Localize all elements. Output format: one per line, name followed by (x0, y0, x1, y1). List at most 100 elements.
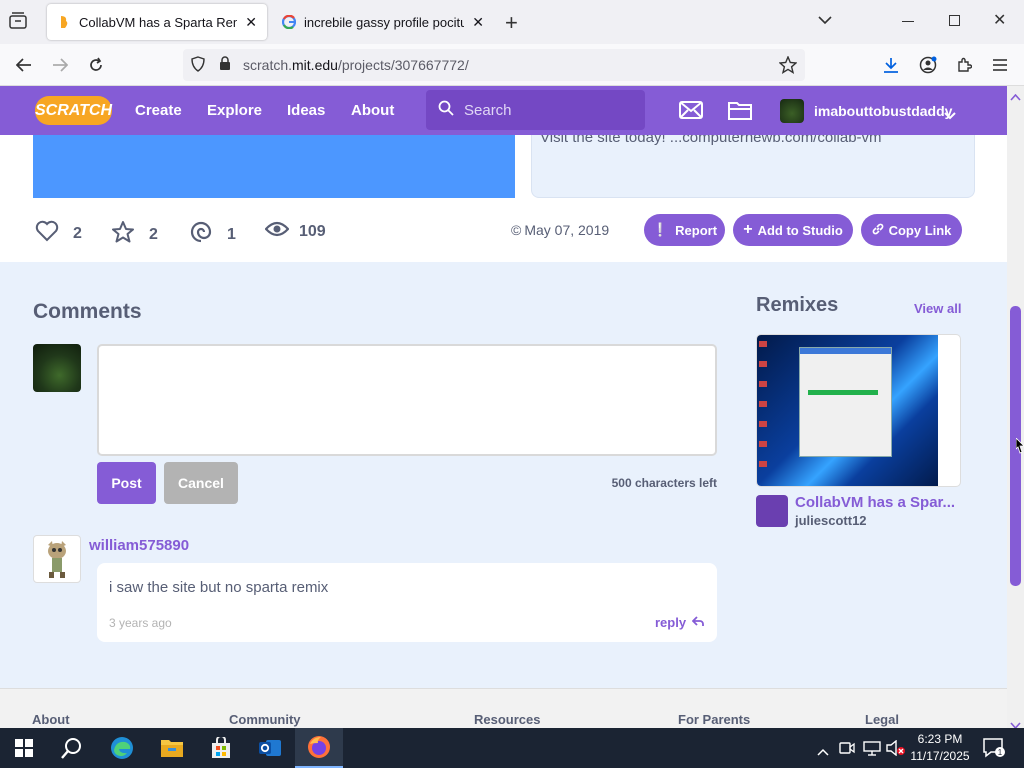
tab-google-search[interactable]: increbile gassy profile pociture ✕ (272, 4, 494, 40)
username[interactable]: imabouttobustdaddy (814, 86, 952, 135)
remix-count-value: 1 (227, 225, 236, 243)
svg-text:1: 1 (998, 748, 1003, 757)
commenter-avatar[interactable] (33, 535, 81, 583)
remix-author[interactable]: juliescott12 (795, 513, 867, 528)
cat-sprite-icon (48, 541, 66, 578)
microsoft-store-icon[interactable] (197, 728, 245, 768)
bookmark-star-icon[interactable] (778, 55, 798, 77)
nav-ideas[interactable]: Ideas (287, 86, 325, 135)
browser-tab-bar: CollabVM has a Sparta Remix (V ✕ increbi… (0, 0, 1024, 44)
url-bar[interactable]: scratch.mit.edu/projects/307667772/ (183, 49, 805, 81)
page-content: Visit the site today! ...computernewb.co… (0, 135, 1007, 728)
search-icon[interactable] (48, 728, 96, 768)
notifications-icon[interactable]: 1 (983, 738, 1005, 763)
search-icon (438, 100, 454, 120)
nav-create[interactable]: Create (135, 86, 182, 135)
logo-text: SCRATCH (34, 101, 113, 119)
network-icon[interactable] (863, 740, 881, 761)
firefox-taskbar-icon[interactable] (295, 728, 343, 768)
remix-author-avatar[interactable] (756, 495, 788, 527)
copy-link-label: Copy Link (888, 222, 952, 238)
project-info-band: Visit the site today! ...computernewb.co… (0, 135, 1007, 262)
clock-date: 11/17/2025 (910, 749, 970, 763)
close-tab-icon[interactable]: ✕ (245, 14, 257, 31)
thumbnail-desktop (757, 335, 938, 486)
love-count[interactable]: 2 (35, 220, 82, 247)
tab-title: CollabVM has a Sparta Remix (V (79, 14, 237, 30)
notes-text: Visit the site today! ...computernewb.co… (540, 135, 882, 146)
commenter-username[interactable]: william575890 (89, 537, 189, 554)
extensions-icon[interactable] (951, 52, 977, 78)
list-all-tabs-icon[interactable] (818, 12, 832, 30)
new-tab-icon[interactable]: + (505, 10, 518, 36)
reload-icon[interactable] (83, 52, 109, 78)
chevron-down-icon[interactable] (944, 107, 956, 125)
page-scrollbar[interactable] (1007, 86, 1024, 730)
messages-icon[interactable] (679, 101, 703, 124)
nav-about[interactable]: About (351, 86, 394, 135)
copy-link-button[interactable]: Copy Link (861, 214, 962, 246)
tracking-protection-icon[interactable] (191, 55, 207, 75)
user-avatar[interactable] (780, 99, 804, 123)
my-stuff-folder-icon[interactable] (728, 100, 752, 125)
love-count-value: 2 (73, 224, 82, 242)
my-comment-avatar (33, 344, 81, 392)
footer-about[interactable]: About (32, 712, 70, 727)
reply-arrow-icon (691, 615, 704, 630)
outlook-icon[interactable] (246, 728, 294, 768)
reply-button[interactable]: reply (655, 615, 704, 630)
show-hidden-icons-chevron-icon[interactable] (817, 743, 829, 761)
clock[interactable]: 6:23 PM 11/17/2025 (908, 731, 972, 765)
lock-icon[interactable] (219, 56, 233, 74)
comments-title: Comments (33, 300, 142, 323)
remix-thumbnail[interactable] (756, 334, 961, 487)
url-domain: mit.edu (292, 57, 338, 73)
nav-explore[interactable]: Explore (207, 86, 262, 135)
scratch-logo[interactable]: SCRATCH (35, 96, 112, 125)
back-icon[interactable] (11, 52, 37, 78)
forward-icon[interactable] (47, 52, 73, 78)
menu-icon[interactable] (987, 52, 1013, 78)
search-placeholder: Search (464, 101, 512, 119)
footer-community[interactable]: Community (229, 712, 301, 727)
minimize-icon[interactable] (902, 21, 914, 22)
comment-textarea[interactable] (97, 344, 717, 456)
report-button[interactable]: ❕ Report (644, 214, 725, 246)
scratch-header: SCRATCH Create Explore Ideas About Searc… (0, 86, 1007, 135)
project-notes-box: Visit the site today! ...computernewb.co… (531, 135, 975, 198)
maximize-icon[interactable] (949, 15, 960, 26)
view-count: 109 (264, 220, 326, 243)
tab-collabvm[interactable]: CollabVM has a Sparta Remix (V ✕ (47, 4, 267, 40)
remix-swirl-icon (189, 220, 213, 249)
view-count-value: 109 (299, 222, 326, 240)
meet-now-icon[interactable] (839, 740, 855, 761)
scroll-up-icon[interactable] (1010, 88, 1021, 106)
scratch-favicon-icon (57, 15, 71, 29)
view-all-link[interactable]: View all (914, 301, 961, 316)
account-icon[interactable] (915, 52, 941, 78)
tab-list-icon[interactable] (8, 12, 30, 32)
close-window-icon[interactable]: ✕ (993, 10, 1006, 30)
star-icon (111, 220, 135, 249)
date-value: May 07, 2019 (524, 222, 610, 238)
favorite-count[interactable]: 2 (111, 220, 158, 249)
post-button[interactable]: Post (97, 462, 156, 504)
windows-start-icon[interactable] (0, 728, 48, 768)
search-input[interactable]: Search (426, 90, 645, 130)
add-to-studio-button[interactable]: + Add to Studio (733, 214, 853, 246)
add-to-studio-label: Add to Studio (757, 222, 843, 238)
close-tab-icon[interactable]: ✕ (472, 14, 484, 31)
footer-for-parents[interactable]: For Parents (678, 712, 750, 727)
remix-title[interactable]: CollabVM has a Spar... (795, 494, 955, 511)
footer-legal[interactable]: Legal (865, 712, 899, 727)
downloads-icon[interactable] (878, 52, 904, 78)
edge-browser-icon[interactable] (98, 728, 146, 768)
cancel-button[interactable]: Cancel (164, 462, 238, 504)
file-explorer-icon[interactable] (148, 728, 196, 768)
footer-resources[interactable]: Resources (474, 712, 540, 727)
volume-muted-icon[interactable] (886, 739, 906, 761)
characters-left: 500 characters left (611, 476, 717, 490)
project-player-stage[interactable] (33, 135, 515, 198)
favorite-count-value: 2 (149, 225, 158, 243)
link-icon (872, 223, 884, 238)
